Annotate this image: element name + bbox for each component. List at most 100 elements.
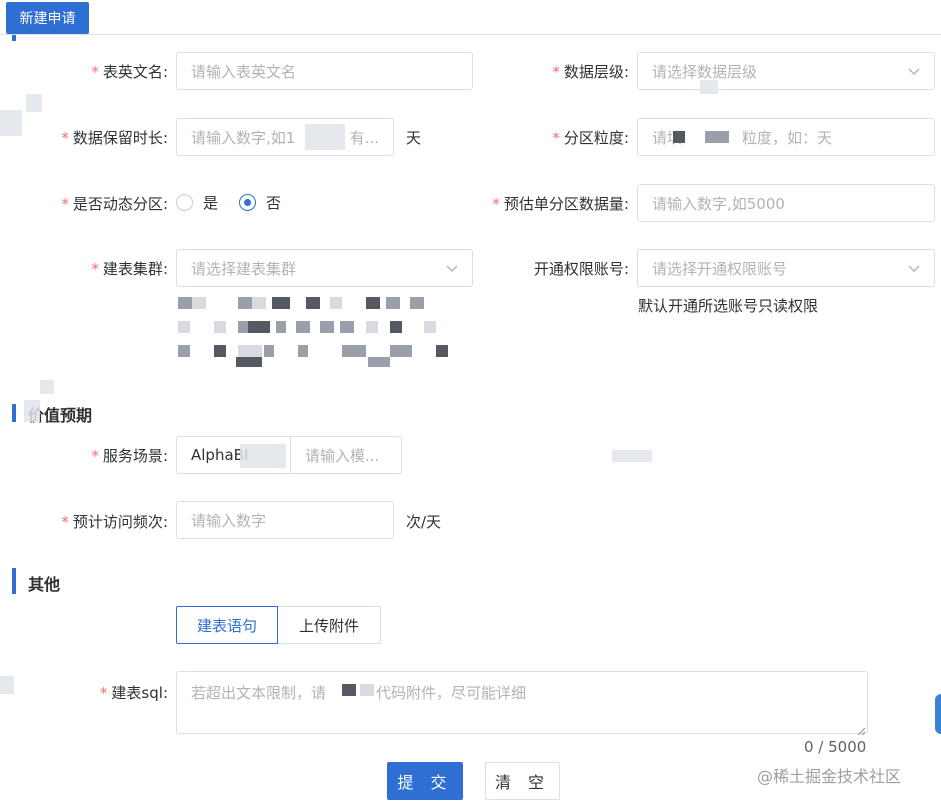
mosaic-pixel xyxy=(342,684,356,696)
placeholder: 请输入数字,如5000 xyxy=(652,194,785,213)
mosaic-pixel xyxy=(320,321,334,333)
retention-unit: 天 xyxy=(406,129,422,147)
mosaic-pixel xyxy=(366,297,380,309)
required-mark: * xyxy=(99,684,108,702)
cluster-select[interactable]: 请选择建表集群 xyxy=(176,249,473,287)
frequency-label: * 预计访问频次: xyxy=(61,513,168,531)
mosaic-pixel xyxy=(366,321,378,333)
section-accent-value xyxy=(12,404,16,422)
required-mark: * xyxy=(91,447,99,465)
table-name-label: * 表英文名: xyxy=(91,63,168,81)
mosaic-pixel xyxy=(178,297,192,309)
tab-sql-statement[interactable]: 建表语句 xyxy=(176,606,278,644)
label-text: 建表集群 xyxy=(102,260,163,278)
partition-label: * 分区粒度: xyxy=(552,129,629,147)
placeholder: 请选择建表集群 xyxy=(191,259,297,278)
placeholder: 请选择开通权限账号 xyxy=(652,259,788,278)
chevron-down-icon xyxy=(446,262,458,274)
radio-label: 否 xyxy=(266,194,282,212)
tab-new-application[interactable]: 新建申请 xyxy=(6,2,89,34)
partition-size-input[interactable]: 请输入数字,如5000 xyxy=(637,184,935,222)
section-accent-basic xyxy=(12,35,16,41)
mosaic-pixel xyxy=(424,321,436,333)
label-text: 分区粒度 xyxy=(563,129,624,147)
tab-upload-attachment[interactable]: 上传附件 xyxy=(278,606,381,644)
mosaic-pixel xyxy=(264,345,274,357)
mosaic-blur xyxy=(700,80,718,94)
sql-textarea[interactable]: 若超出文本限制，请 代码附件，尽可能详细 xyxy=(176,671,868,734)
mosaic-blur xyxy=(40,380,54,394)
required-mark: * xyxy=(61,195,69,213)
mosaic-pixel xyxy=(368,357,390,367)
label-text: 预计访问频次 xyxy=(72,513,163,531)
dynamic-partition-label: * 是否动态分区: xyxy=(61,195,168,213)
mosaic-pixel xyxy=(238,321,248,333)
data-level-select[interactable]: 请选择数据层级 xyxy=(637,52,935,90)
required-mark: * xyxy=(552,63,560,81)
mosaic-pixel xyxy=(296,321,310,333)
required-mark: * xyxy=(552,129,560,147)
label-text: 数据层级 xyxy=(563,63,624,81)
radio-yes[interactable]: 是 xyxy=(176,192,218,213)
mosaic-pixel xyxy=(340,321,354,333)
submit-button[interactable]: 提 交 xyxy=(387,762,463,800)
required-mark: * xyxy=(61,513,69,531)
mosaic-pixel xyxy=(436,345,448,357)
cluster-label: * 建表集群: xyxy=(91,260,168,278)
mosaic-blur xyxy=(26,94,42,112)
label-text: 建表sql xyxy=(111,684,163,702)
mosaic-pixel xyxy=(276,321,286,333)
mosaic-blur xyxy=(240,444,286,468)
mosaic-pixel xyxy=(386,297,400,309)
required-mark: * xyxy=(91,63,99,81)
mosaic-pixel xyxy=(298,345,308,357)
mosaic-pixel xyxy=(272,297,290,309)
radio-no[interactable]: 否 xyxy=(239,192,281,213)
scene-model-input[interactable]: 请输入模... xyxy=(290,436,402,474)
mosaic-pixel xyxy=(705,131,729,143)
label-text: 是否动态分区 xyxy=(72,195,163,213)
section-title-other: 其他 xyxy=(28,575,61,594)
placeholder: 若超出文本限制，请 xyxy=(191,684,327,702)
mosaic-pixel xyxy=(330,297,342,309)
section-accent-other xyxy=(12,568,16,594)
table-name-input[interactable]: 请输入表英文名 xyxy=(176,52,473,90)
frequency-unit: 次/天 xyxy=(406,513,442,531)
sql-label: * 建表sql: xyxy=(99,684,168,702)
data-level-label: * 数据层级: xyxy=(552,63,629,81)
chevron-down-icon xyxy=(908,262,920,274)
radio-label: 是 xyxy=(203,194,219,212)
retention-input[interactable]: 请输入数字,如1 有... xyxy=(176,118,394,156)
mosaic-pixel xyxy=(192,297,206,309)
label-text: 表英文名 xyxy=(102,63,163,81)
label-text: 开通权限账号 xyxy=(533,260,624,278)
required-mark: * xyxy=(91,260,99,278)
required-mark: * xyxy=(492,195,500,213)
mosaic-blur xyxy=(612,450,652,462)
mosaic-blur xyxy=(24,400,40,422)
watermark: @稀土掘金技术社区 xyxy=(757,767,902,786)
mosaic-pixel xyxy=(238,297,252,309)
mosaic-pixel xyxy=(214,321,226,333)
mosaic-blur xyxy=(0,110,22,136)
placeholder: 请输入数字,如1 xyxy=(191,128,296,147)
retention-label: * 数据保留时长: xyxy=(61,129,168,147)
radio-circle-icon xyxy=(176,194,193,211)
permission-select[interactable]: 请选择开通权限账号 xyxy=(637,249,935,287)
placeholder: 请选择数据层级 xyxy=(652,62,758,81)
clear-button[interactable]: 清 空 xyxy=(485,762,560,800)
tab-divider xyxy=(0,34,941,35)
chevron-down-icon xyxy=(908,65,920,77)
floating-edge-button[interactable] xyxy=(935,694,941,734)
mosaic-pixel xyxy=(214,345,226,357)
label-text: 预估单分区数据量 xyxy=(503,195,624,213)
mosaic-pixel xyxy=(238,345,262,357)
mosaic-blur xyxy=(305,124,345,150)
frequency-input[interactable]: 请输入数字 xyxy=(176,501,394,539)
placeholder-suffix: 有... xyxy=(349,128,379,147)
label-text: 数据保留时长 xyxy=(72,129,163,147)
mosaic-pixel xyxy=(178,321,190,333)
sql-mode-toggle: 建表语句 上传附件 xyxy=(176,606,381,644)
scene-label: * 服务场景: xyxy=(91,447,168,465)
mosaic-pixel xyxy=(252,297,266,309)
